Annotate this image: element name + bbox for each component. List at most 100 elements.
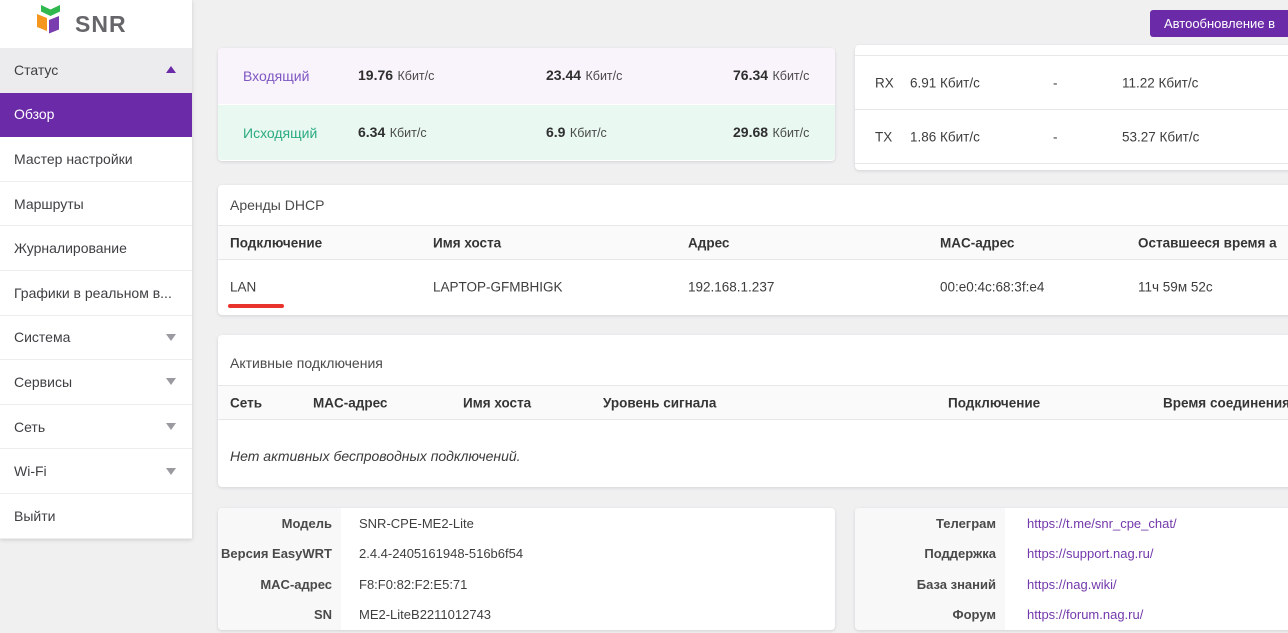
sidebar-item-wifi[interactable]: Wi-Fi [0,449,192,494]
cell-address: 192.168.1.237 [688,280,774,295]
chevron-down-icon [166,468,176,475]
overview-page: SNR Статус Обзор Мастер настройки Маршру… [0,0,1288,633]
support-link-row: База знаний https://nag.wiki/ [855,569,1288,600]
incoming-traffic-row: Входящий 19.76 Кбит/с 23.44 Кбит/с 76.34… [218,48,835,104]
interface-stats-card: RX 6.91 Кбит/с - 11.22 Кбит/с TX 1.86 Кб… [855,45,1288,170]
sidebar-item-label: Выйти [14,508,55,524]
col-address: Адрес [688,235,729,250]
sidebar-item-label: Графики в реальном в... [14,285,172,301]
sidebar-item-label: Мастер настройки [14,151,133,167]
brand-logo[interactable]: SNR [0,0,192,48]
support-link-row: Поддержка https://support.nag.ru/ [855,539,1288,570]
knowledge-base-link[interactable]: https://nag.wiki/ [1005,577,1117,592]
sidebar-item-label: Система [14,329,70,345]
chevron-down-icon [166,378,176,385]
col-connection: Подключение [948,395,1040,410]
cell-hostname: LAPTOP-GFMBHIGK [433,280,563,295]
forum-label: Форум [855,607,1005,622]
mac-label: MAC-адрес [218,577,341,592]
sidebar-item-status[interactable]: Статус [0,48,192,93]
incoming-value-3: 76.34 Кбит/с [733,67,809,85]
support-links-card: Телеграм https://t.me/snr_cpe_chat/ Подд… [855,508,1288,630]
col-hostname: Имя хоста [433,235,501,250]
support-link-row: Форум https://forum.nag.ru/ [855,600,1288,631]
cell-time-left: 11ч 59м 52с [1138,280,1213,295]
sidebar-item-label: Статус [14,62,58,78]
sidebar-item-setup-wizard[interactable]: Мастер настройки [0,137,192,182]
snr-cube-icon [36,4,66,45]
sidebar-item-logout[interactable]: Выйти [0,494,192,539]
sidebar-item-label: Сеть [14,419,45,435]
col-hostname: Имя хоста [463,395,531,410]
active-connections-card: Активные подключения Сеть MAC-адрес Имя … [218,335,1288,487]
incoming-value-2: 23.44 Кбит/с [546,67,622,85]
telegram-label: Телеграм [855,516,1005,531]
device-info-row: MAC-адрес F8:F0:82:F2:E5:71 [218,569,835,600]
sidebar-item-routes[interactable]: Маршруты [0,182,192,227]
chevron-up-icon [166,66,176,73]
traffic-summary-card: Входящий 19.76 Кбит/с 23.44 Кбит/с 76.34… [218,48,835,161]
sidebar-item-overview[interactable]: Обзор [0,93,192,138]
cell-connection: LAN [230,280,256,295]
card-top-strip [855,45,1288,56]
device-info-row: Модель SNR-CPE-ME2-Lite [218,508,835,539]
active-connections-table-header: Сеть MAC-адрес Имя хоста Уровень сигнала… [218,385,1288,420]
sidebar-item-logging[interactable]: Журналирование [0,226,192,271]
device-info-row: SN ME2-LiteB2211012743 [218,600,835,631]
sidebar-item-label: Wi-Fi [14,463,47,479]
outgoing-value-2: 6.9 Кбит/с [546,124,607,142]
knowledge-base-label: База знаний [855,577,1005,592]
sidebar: SNR Статус Обзор Мастер настройки Маршру… [0,0,192,539]
rx-label: RX [875,75,894,90]
support-link[interactable]: https://support.nag.ru/ [1005,546,1153,561]
sidebar-item-realtime-graphs[interactable]: Графики в реальном в... [0,271,192,316]
sidebar-item-label: Журналирование [14,240,127,256]
telegram-link[interactable]: https://t.me/snr_cpe_chat/ [1005,516,1177,531]
outgoing-value-3: 29.68 Кбит/с [733,124,809,142]
col-mac: MAC-адрес [313,395,387,410]
autorefresh-button[interactable]: Автообновление в [1150,10,1288,37]
support-label: Поддержка [855,546,1005,561]
firmware-label: Версия EasyWRT [218,546,341,561]
device-info-card: Модель SNR-CPE-ME2-Lite Версия EasyWRT 2… [218,508,835,630]
dhcp-table-header: Подключение Имя хоста Адрес MAC-адрес Ос… [218,225,1288,260]
col-time-left: Оставшееся время а [1138,235,1277,250]
col-uptime: Время соединения [1163,395,1288,410]
sidebar-item-label: Маршруты [14,196,84,212]
sidebar-menu: Статус Обзор Мастер настройки Маршруты Ж… [0,48,192,539]
dhcp-leases-title: Аренды DHCP [230,197,324,213]
rx-row: RX 6.91 Кбит/с - 11.22 Кбит/с [855,56,1288,110]
sidebar-item-label: Сервисы [14,374,72,390]
empty-state-message: Нет активных беспроводных подключений. [230,448,521,464]
chevron-down-icon [166,423,176,430]
col-signal: Уровень сигнала [603,395,716,410]
outgoing-traffic-row: Исходящий 6.34 Кбит/с 6.9 Кбит/с 29.68 К… [218,104,835,160]
rx-value-1: 6.91 Кбит/с [910,75,980,90]
rx-dash: - [1053,75,1058,90]
tx-value-2: 53.27 Кбит/с [1122,129,1199,144]
col-connection: Подключение [230,235,322,250]
col-net: Сеть [230,395,262,410]
chevron-down-icon [166,334,176,341]
sn-label: SN [218,607,341,622]
sidebar-item-network[interactable]: Сеть [0,405,192,450]
rx-value-2: 11.22 Кбит/с [1122,75,1198,90]
model-value: SNR-CPE-ME2-Lite [341,516,474,531]
tx-row: TX 1.86 Кбит/с - 53.27 Кбит/с [855,110,1288,164]
forum-link[interactable]: https://forum.nag.ru/ [1005,607,1143,622]
tx-label: TX [875,129,892,144]
active-connections-empty-row: Нет активных беспроводных подключений. [218,420,1288,486]
firmware-value: 2.4.4-2405161948-516b6f54 [341,546,523,561]
incoming-label: Входящий [243,68,309,84]
incoming-value-1: 19.76 Кбит/с [358,67,434,85]
dhcp-leases-card: Аренды DHCP Подключение Имя хоста Адрес … [218,185,1288,315]
cell-mac: 00:e0:4c:68:3f:e4 [940,280,1044,295]
tx-dash: - [1053,129,1058,144]
col-mac: MAC-адрес [940,235,1014,250]
device-info-row: Версия EasyWRT 2.4.4-2405161948-516b6f54 [218,539,835,570]
outgoing-label: Исходящий [243,125,317,141]
active-connections-title: Активные подключения [230,355,383,371]
sidebar-item-system[interactable]: Система [0,316,192,361]
outgoing-value-1: 6.34 Кбит/с [358,124,427,142]
sidebar-item-services[interactable]: Сервисы [0,360,192,405]
